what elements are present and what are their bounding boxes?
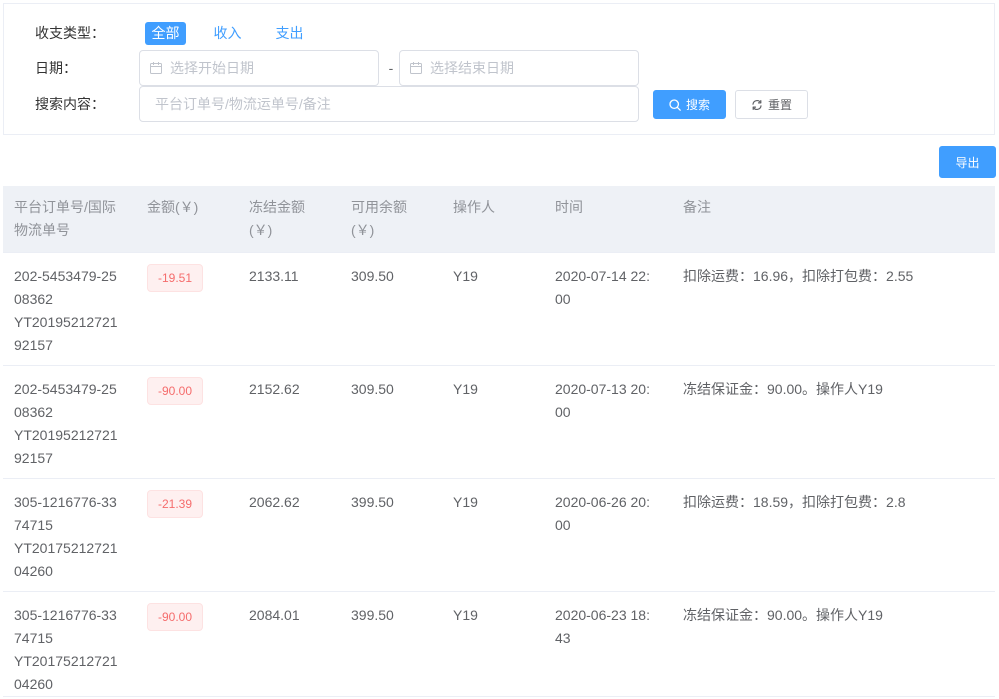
order-cell: 305-1216776-3374715 YT2017521272104260 [3, 591, 135, 697]
frozen-amount: 2152.62 [237, 365, 339, 479]
column-header-amount: 金额(￥) [135, 186, 237, 253]
frozen-amount: 2084.01 [237, 591, 339, 697]
search-button[interactable]: 搜索 [653, 90, 726, 119]
column-header-operator: 操作人 [441, 186, 543, 253]
operator: Y19 [441, 478, 543, 592]
operator: Y19 [441, 365, 543, 479]
filter-panel: 收支类型： 全部 收入 支出 日期： - [3, 3, 995, 135]
search-input[interactable] [139, 86, 639, 122]
table-row: 202-5453479-2508362 YT2019521272192157 -… [3, 365, 995, 479]
end-date-input[interactable] [400, 51, 638, 85]
order-cell: 202-5453479-2508362 YT2019521272192157 [3, 365, 135, 479]
operator: Y19 [441, 591, 543, 697]
amount-badge: -19.51 [147, 264, 204, 292]
logistics-tracking-no: YT2017521272104260 [14, 540, 118, 579]
date-filter-label: 日期： [35, 60, 77, 76]
order-cell: 202-5453479-2508362 YT2019521272192157 [3, 252, 135, 366]
search-filter-label: 搜索内容： [35, 96, 105, 112]
platform-order-no: 305-1216776-3374715 [14, 607, 117, 646]
transactions-table: 平台订单号/国际物流单号 金额(￥) 冻结金额(￥) 可用余额(￥) 操作人 时… [3, 186, 995, 697]
type-filter-label: 收支类型： [35, 25, 105, 41]
search-button-label: 搜索 [685, 98, 710, 112]
column-header-order-no: 平台订单号/国际物流单号 [3, 186, 135, 253]
export-button[interactable]: 导出 [939, 146, 996, 178]
platform-order-no: 305-1216776-3374715 [14, 494, 117, 533]
note: 冻结保证金：90.00。操作人Y19 [671, 365, 995, 479]
table-row: 202-5453479-2508362 YT2019521272192157 -… [3, 252, 995, 366]
column-header-note: 备注 [671, 186, 995, 253]
platform-order-no: 202-5453479-2508362 [14, 268, 117, 307]
table-row: 305-1216776-3374715 YT2017521272104260 -… [3, 591, 995, 697]
column-header-available-balance: 可用余额(￥) [339, 186, 441, 253]
transactions-table-grid: 平台订单号/国际物流单号 金额(￥) 冻结金额(￥) 可用余额(￥) 操作人 时… [3, 186, 995, 697]
start-date-picker[interactable] [139, 50, 379, 86]
logistics-tracking-no: YT2019521272192157 [14, 314, 118, 353]
start-date-input[interactable] [140, 51, 378, 85]
amount-badge: -21.39 [147, 490, 204, 518]
time: 2020-07-14 22:00 [543, 252, 671, 366]
time: 2020-06-23 18:43 [543, 591, 671, 697]
amount-cell: -90.00 [135, 591, 237, 697]
note: 扣除运费：16.96，扣除打包费：2.55 [671, 252, 995, 366]
frozen-amount: 2062.62 [237, 478, 339, 592]
amount-badge: -90.00 [147, 377, 204, 405]
available-balance: 309.50 [339, 365, 441, 479]
operator: Y19 [441, 252, 543, 366]
date-range-separator: - [388, 60, 394, 76]
column-header-frozen-amount: 冻结金额(￥) [237, 186, 339, 253]
available-balance: 399.50 [339, 478, 441, 592]
note: 冻结保证金：90.00。操作人Y19 [671, 591, 995, 697]
column-header-time: 时间 [543, 186, 671, 253]
table-header-row: 平台订单号/国际物流单号 金额(￥) 冻结金额(￥) 可用余额(￥) 操作人 时… [3, 186, 995, 253]
time: 2020-06-26 20:00 [543, 478, 671, 592]
logistics-tracking-no: YT2019521272192157 [14, 427, 118, 466]
reset-button-label: 重置 [767, 98, 792, 112]
note: 扣除运费：18.59，扣除打包费：2.8 [671, 478, 995, 592]
amount-cell: -19.51 [135, 252, 237, 366]
amount-cell: -90.00 [135, 365, 237, 479]
time: 2020-07-13 20:00 [543, 365, 671, 479]
available-balance: 399.50 [339, 591, 441, 697]
end-date-picker[interactable] [399, 50, 639, 86]
type-tab-all[interactable]: 全部 [145, 22, 186, 45]
refresh-icon [751, 99, 763, 111]
table-row: 305-1216776-3374715 YT2017521272104260 -… [3, 478, 995, 592]
page: 收支类型： 全部 收入 支出 日期： - [0, 0, 999, 699]
type-tab-expense[interactable]: 支出 [269, 22, 310, 45]
frozen-amount: 2133.11 [237, 252, 339, 366]
amount-cell: -21.39 [135, 478, 237, 592]
order-cell: 305-1216776-3374715 YT2017521272104260 [3, 478, 135, 592]
logistics-tracking-no: YT2017521272104260 [14, 653, 118, 692]
reset-button[interactable]: 重置 [735, 90, 808, 119]
available-balance: 309.50 [339, 252, 441, 366]
platform-order-no: 202-5453479-2508362 [14, 381, 117, 420]
search-icon [669, 98, 681, 111]
amount-badge: -90.00 [147, 603, 204, 631]
type-tab-income[interactable]: 收入 [207, 22, 248, 45]
